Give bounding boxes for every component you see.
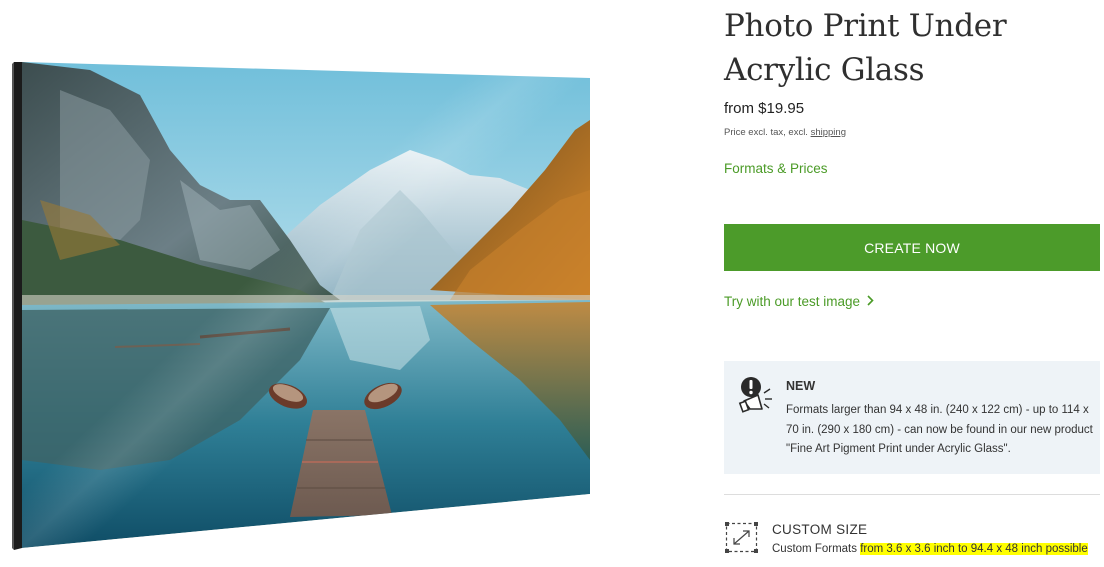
new-formats-notice: NEW Formats larger than 94 x 48 in. (240… <box>724 361 1100 474</box>
custom-size-range: from 3.6 x 3.6 inch to 94.4 x 48 inch po… <box>860 543 1088 555</box>
notice-text: Formats larger than 94 x 48 in. (240 x 1… <box>786 404 1093 455</box>
shipping-link[interactable]: shipping <box>811 127 846 138</box>
test-image-label: Try with our test image <box>724 294 861 309</box>
create-now-button[interactable]: CREATE NOW <box>724 224 1100 271</box>
custom-size-heading: CUSTOM SIZE <box>772 522 868 537</box>
test-image-link[interactable]: Try with our test image <box>724 294 874 309</box>
megaphone-alert-icon <box>738 375 774 415</box>
chevron-right-icon <box>866 295 874 309</box>
formats-prices-link[interactable]: Formats & Prices <box>724 161 828 176</box>
notice-heading: NEW <box>786 379 816 393</box>
product-details-panel: Photo Print Under Acrylic Glass from $19… <box>724 0 1100 567</box>
resize-arrows-icon <box>725 522 758 553</box>
product-price: from $19.95 <box>724 100 805 117</box>
custom-size-text: Custom Formats from 3.6 x 3.6 inch to 94… <box>772 543 1088 555</box>
product-title: Photo Print Under Acrylic Glass <box>724 8 1007 88</box>
price-note-text: Price excl. tax, excl. <box>724 127 811 138</box>
section-divider <box>724 494 1100 495</box>
custom-size-prefix: Custom Formats <box>772 543 861 555</box>
price-note: Price excl. tax, excl. shipping <box>724 127 846 138</box>
product-image <box>0 0 610 567</box>
